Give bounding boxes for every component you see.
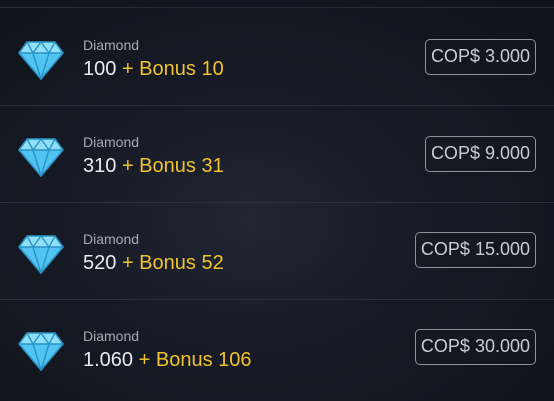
- diamond-amount: 1.060 + Bonus 106: [83, 348, 252, 372]
- diamond-package-list: Diamond 100 + Bonus 10 COP$ 3.000 Diamon…: [0, 9, 554, 397]
- diamond-icon: [18, 137, 64, 177]
- diamond-amount: 310 + Bonus 31: [83, 154, 224, 178]
- base-amount: 310: [83, 155, 117, 177]
- diamond-icon: [18, 331, 64, 371]
- base-amount: 520: [83, 252, 117, 274]
- price-button[interactable]: COP$ 15.000: [414, 232, 536, 268]
- price-button[interactable]: COP$ 3.000: [424, 39, 536, 75]
- top-divider: [0, 0, 554, 8]
- item-type-label: Diamond: [83, 328, 140, 344]
- bonus-amount: + Bonus 10: [121, 58, 224, 80]
- bonus-amount: + Bonus 31: [121, 155, 224, 177]
- package-row[interactable]: Diamond 310 + Bonus 31 COP$ 9.000: [0, 106, 554, 203]
- price-button[interactable]: COP$ 9.000: [424, 136, 536, 172]
- diamond-icon: [18, 234, 64, 274]
- item-type-label: Diamond: [83, 37, 140, 53]
- diamond-amount: 100 + Bonus 10: [83, 57, 224, 81]
- package-row[interactable]: Diamond 1.060 + Bonus 106 COP$ 30.000: [0, 300, 554, 397]
- diamond-amount: 520 + Bonus 52: [83, 251, 224, 275]
- package-row[interactable]: Diamond 520 + Bonus 52 COP$ 15.000: [0, 203, 554, 300]
- price-button[interactable]: COP$ 30.000: [414, 329, 536, 365]
- base-amount: 1.060: [83, 349, 134, 371]
- item-type-label: Diamond: [83, 134, 140, 150]
- item-type-label: Diamond: [83, 231, 140, 247]
- package-row[interactable]: Diamond 100 + Bonus 10 COP$ 3.000: [0, 9, 554, 106]
- bonus-amount: + Bonus 106: [138, 349, 252, 371]
- diamond-icon: [18, 40, 64, 80]
- bonus-amount: + Bonus 52: [121, 252, 224, 274]
- base-amount: 100: [83, 58, 117, 80]
